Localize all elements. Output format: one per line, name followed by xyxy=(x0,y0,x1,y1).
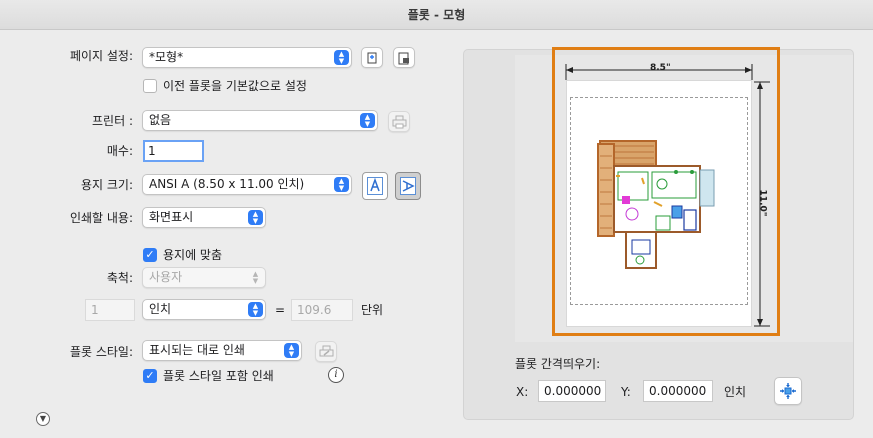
printer-popup[interactable]: 없음 ▲ ▼ xyxy=(142,110,378,131)
fit-to-paper-label: 용지에 맞춤 xyxy=(163,248,223,262)
scale-unit-popup[interactable]: 인치 ▲ ▼ xyxy=(142,299,266,320)
center-arrows-icon xyxy=(780,383,796,399)
import-page-setup-button[interactable] xyxy=(393,47,415,68)
paper-size-popup[interactable]: ANSI A (8.50 x 11.00 인치) ▲ ▼ xyxy=(142,174,352,195)
use-as-default-label: 이전 플롯을 기본값으로 설정 xyxy=(163,79,307,93)
paper-size-value: ANSI A (8.50 x 11.00 인치) xyxy=(149,177,305,191)
scale-right-input[interactable]: 109.6 xyxy=(291,299,353,321)
portrait-orientation-button[interactable] xyxy=(362,172,388,200)
plot-area-value: 화면표시 xyxy=(149,210,194,224)
offset-y-input[interactable]: 0.000000 xyxy=(643,380,713,402)
chevron-updown-icon: ▲ ▼ xyxy=(360,113,375,128)
page-setup-label: 페이지 설정: xyxy=(69,49,133,63)
offset-unit-label: 인치 xyxy=(724,385,747,399)
printer-icon xyxy=(392,115,406,128)
offset-x-label: X: xyxy=(516,385,529,399)
show-details-disclosure-icon[interactable]: ▼ xyxy=(36,412,50,426)
plot-offset-label: 플롯 간격띄우기: xyxy=(515,357,601,371)
landscape-a-icon xyxy=(400,177,416,195)
plot-style-popup[interactable]: 표시되는 대로 인쇄 ▲ ▼ xyxy=(142,340,302,361)
plot-style-edit-button[interactable] xyxy=(315,341,337,362)
scale-right-unit: 단위 xyxy=(361,303,384,317)
printer-properties-button[interactable] xyxy=(388,111,410,132)
chevron-updown-icon: ▲ ▼ xyxy=(248,302,263,317)
use-as-default-checkbox[interactable] xyxy=(143,79,157,93)
offset-y-label: Y: xyxy=(621,385,631,399)
plot-with-styles-checkbox[interactable]: ✓ xyxy=(143,369,157,383)
add-page-setup-button[interactable] xyxy=(361,47,383,68)
chevron-updown-icon: ▲ ▼ xyxy=(334,50,349,65)
printer-edit-icon xyxy=(319,345,333,356)
plot-area-label: 인쇄할 내용: xyxy=(69,211,133,225)
scale-left-input[interactable]: 1 xyxy=(85,299,135,321)
add-document-icon xyxy=(367,52,377,63)
scale-unit-value: 인치 xyxy=(149,302,172,316)
printer-label: 프린터 : xyxy=(92,114,133,128)
page-setup-popup[interactable]: *모형* ▲ ▼ xyxy=(142,47,352,68)
info-icon[interactable]: i xyxy=(328,367,344,383)
chevron-updown-icon: ▲ ▼ xyxy=(248,210,263,225)
chevron-updown-icon: ▲ ▼ xyxy=(252,270,259,285)
import-document-icon xyxy=(398,52,409,64)
plot-with-styles-label: 플롯 스타일 포함 인쇄 xyxy=(163,369,274,383)
printer-value: 없음 xyxy=(149,113,172,127)
portrait-a-icon xyxy=(367,177,383,195)
copies-label: 매수: xyxy=(106,144,133,158)
window-title: 플롯 - 모형 xyxy=(407,8,466,22)
window-title-bar: 플롯 - 모형 xyxy=(0,0,873,30)
plot-style-label: 플롯 스타일: xyxy=(69,345,133,359)
plot-style-value: 표시되는 대로 인쇄 xyxy=(149,343,245,357)
landscape-orientation-button[interactable] xyxy=(395,172,421,200)
page-setup-value: *모형* xyxy=(149,50,184,64)
fit-to-paper-checkbox[interactable]: ✓ xyxy=(143,248,157,262)
scale-equals-sign: = xyxy=(275,303,286,317)
paper-size-label: 용지 크기: xyxy=(80,178,133,192)
plot-area-popup[interactable]: 화면표시 ▲ ▼ xyxy=(142,207,266,228)
chevron-updown-icon: ▲ ▼ xyxy=(284,343,299,358)
scale-label: 축척: xyxy=(106,271,133,285)
scale-popup[interactable]: 사용자 ▲ ▼ xyxy=(142,267,266,288)
chevron-updown-icon: ▲ ▼ xyxy=(334,177,349,192)
preview-highlight-box xyxy=(552,47,780,336)
scale-value: 사용자 xyxy=(149,270,183,284)
center-plot-button[interactable] xyxy=(774,377,802,405)
offset-x-input[interactable]: 0.000000 xyxy=(538,380,606,402)
copies-input[interactable]: 1 xyxy=(143,140,204,162)
